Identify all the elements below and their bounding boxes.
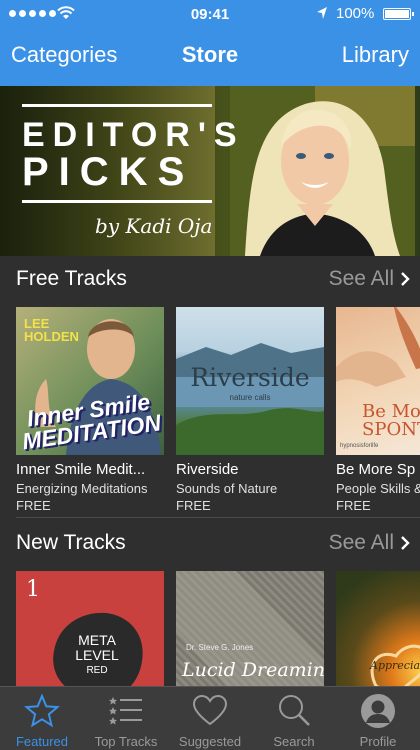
tab-label: Profile <box>359 734 397 749</box>
track-category: Sounds of Nature <box>176 481 278 496</box>
list-icon <box>109 697 142 725</box>
battery-percent: 100% <box>336 5 375 22</box>
track-price: FREE <box>176 498 211 513</box>
track-price: FREE <box>336 498 371 513</box>
tab-label: Suggested <box>178 734 242 749</box>
artwork-caption: RED <box>86 665 108 676</box>
see-all-label: See All <box>328 267 394 290</box>
track-artwork: LEE HOLDEN Inner Smile MEDITATION <box>16 307 164 455</box>
tab-featured[interactable]: Featured <box>0 687 84 750</box>
track-price: FREE <box>16 498 51 513</box>
status-bar: 09:41 100% <box>0 0 420 28</box>
track-tile[interactable]: Appreciat <box>336 571 420 686</box>
track-artwork: 1 META LEVEL RED <box>16 571 164 686</box>
see-all-label: See All <box>328 531 394 554</box>
banner-rule <box>22 104 212 107</box>
chevron-right-icon <box>401 272 410 286</box>
tab-label: Featured <box>15 734 69 749</box>
battery-icon <box>383 8 414 20</box>
artwork-title: META LEVEL <box>75 632 119 663</box>
artwork-caption: LEE HOLDEN <box>24 316 79 344</box>
tab-label: Search <box>273 734 315 749</box>
track-name: Riverside <box>176 461 239 478</box>
tab-suggested[interactable]: Suggested <box>168 687 252 750</box>
tab-bar: Featured Top Tracks Suggested Search Pro… <box>0 686 420 750</box>
track-tile[interactable]: 1 META LEVEL RED <box>16 571 164 686</box>
free-tracks-section: Free Tracks See All LEE HOLDEN Inner Smi… <box>0 256 420 518</box>
section-title: Free Tracks <box>16 267 127 290</box>
tab-label: Top Tracks <box>94 734 158 749</box>
section-title: New Tracks <box>16 531 126 554</box>
track-tile[interactable]: LEE HOLDEN Inner Smile MEDITATION Inner … <box>16 307 164 513</box>
artwork-number: 1 <box>26 577 40 602</box>
banner-title-line2: PICKS <box>22 150 195 194</box>
banner-byline: by Kadi Oja <box>95 214 213 238</box>
track-name: Be More Sp <box>336 461 416 478</box>
chevron-right-icon <box>401 536 410 550</box>
track-tile[interactable]: Dr. Steve G. Jones Lucid Dreaming <box>176 571 324 686</box>
artwork-title: Appreciat <box>370 659 420 672</box>
track-artwork: Be More SPONTAN hypnosisforlife <box>336 307 420 455</box>
track-artwork: Appreciat <box>336 571 420 686</box>
track-category: People Skills & <box>336 481 420 496</box>
tab-profile[interactable]: Profile <box>336 687 420 750</box>
profile-icon <box>361 694 395 728</box>
banner-portrait <box>215 86 415 256</box>
editors-picks-banner[interactable]: EDITOR'S PICKS by Kadi Oja <box>0 86 420 256</box>
search-icon <box>279 695 310 726</box>
heart-icon <box>192 694 228 726</box>
artwork-title: Be More SPONTAN <box>362 401 420 440</box>
track-name: Inner Smile Medit... <box>16 461 146 478</box>
artwork-title: Lucid Dreaming <box>182 659 324 681</box>
star-icon <box>24 693 60 728</box>
track-tile[interactable]: Riverside nature calls Riverside Sounds … <box>176 307 324 513</box>
track-category: Energizing Meditations <box>16 481 148 496</box>
free-see-all-button[interactable]: See All <box>329 267 410 291</box>
track-tile[interactable]: Be More SPONTAN hypnosisforlife Be More … <box>336 307 420 513</box>
tab-top-tracks[interactable]: Top Tracks <box>84 687 168 750</box>
new-tracks-section: New Tracks See All 1 META LEVEL RED Dr. … <box>0 518 420 686</box>
tab-search[interactable]: Search <box>252 687 336 750</box>
artwork-title: Riverside <box>190 363 310 392</box>
app-screen: 09:41 100% Categories Store Library EDIT… <box>0 0 420 750</box>
categories-button[interactable]: Categories <box>11 42 117 68</box>
new-see-all-button[interactable]: See All <box>329 531 410 555</box>
track-artwork: Dr. Steve G. Jones Lucid Dreaming <box>176 571 324 686</box>
banner-rule <box>22 200 212 203</box>
location-icon <box>317 7 327 19</box>
library-button[interactable]: Library <box>342 42 409 68</box>
artwork-caption: hypnosisforlife <box>340 443 379 449</box>
track-artwork: Riverside nature calls <box>176 307 324 455</box>
artwork-caption: nature calls <box>229 393 271 402</box>
artwork-caption: Dr. Steve G. Jones <box>186 643 254 652</box>
top-bar: 09:41 100% Categories Store Library <box>0 0 420 86</box>
